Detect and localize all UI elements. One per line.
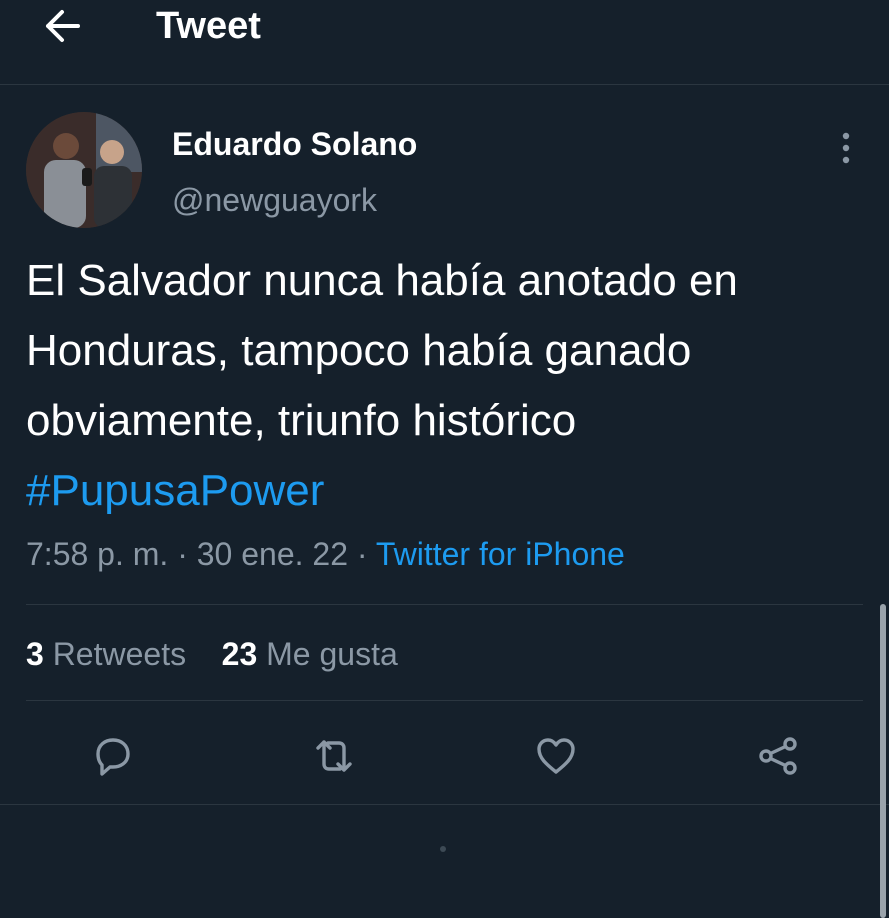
retweets-count: 3 xyxy=(26,636,44,672)
share-button[interactable] xyxy=(754,732,802,780)
loading-dot xyxy=(440,846,446,852)
meta-separator: · xyxy=(177,536,188,572)
divider xyxy=(26,604,863,605)
reply-icon xyxy=(96,738,130,776)
retweets-stat[interactable]: 3 Retweets xyxy=(26,636,186,672)
avatar[interactable] xyxy=(26,112,142,228)
tweet-time: 7:58 p. m. xyxy=(26,536,169,572)
retweet-button[interactable] xyxy=(310,732,358,780)
like-button[interactable] xyxy=(532,732,580,780)
more-options-button[interactable] xyxy=(826,126,866,170)
page-title: Tweet xyxy=(156,5,261,47)
action-bar xyxy=(0,722,889,786)
author-name[interactable]: Eduardo Solano xyxy=(172,124,417,164)
top-bar: Tweet xyxy=(0,0,889,85)
tweet-source-link[interactable]: Twitter for iPhone xyxy=(376,536,625,572)
reply-button[interactable] xyxy=(88,732,136,780)
arrow-left-icon xyxy=(46,10,80,42)
retweet-icon xyxy=(316,740,352,772)
meta-separator: · xyxy=(356,536,368,572)
likes-count: 23 xyxy=(221,636,258,672)
tweet-date: 30 ene. 22 xyxy=(196,536,348,572)
scrollbar[interactable] xyxy=(880,604,886,918)
tweet-body: El Salvador nunca había anotado en Hondu… xyxy=(26,256,738,445)
tweet-meta: 7:58 p. m. · 30 ene. 22 · Twitter for iP… xyxy=(26,532,625,576)
likes-label: Me gusta xyxy=(266,636,398,672)
share-icon xyxy=(759,737,797,775)
back-button[interactable] xyxy=(40,6,84,46)
tweet-stats: 3 Retweets 23 Me gusta xyxy=(26,632,398,676)
divider xyxy=(26,700,863,701)
divider xyxy=(0,804,889,805)
like-icon xyxy=(537,738,575,774)
hashtag-link[interactable]: #PupusaPower xyxy=(26,466,324,515)
author-handle[interactable]: @newguayork xyxy=(172,180,377,220)
retweets-label: Retweets xyxy=(52,636,187,672)
more-vertical-icon xyxy=(842,132,850,164)
likes-stat[interactable]: 23 Me gusta xyxy=(222,636,398,672)
tweet-text: El Salvador nunca había anotado en Hondu… xyxy=(26,246,866,526)
